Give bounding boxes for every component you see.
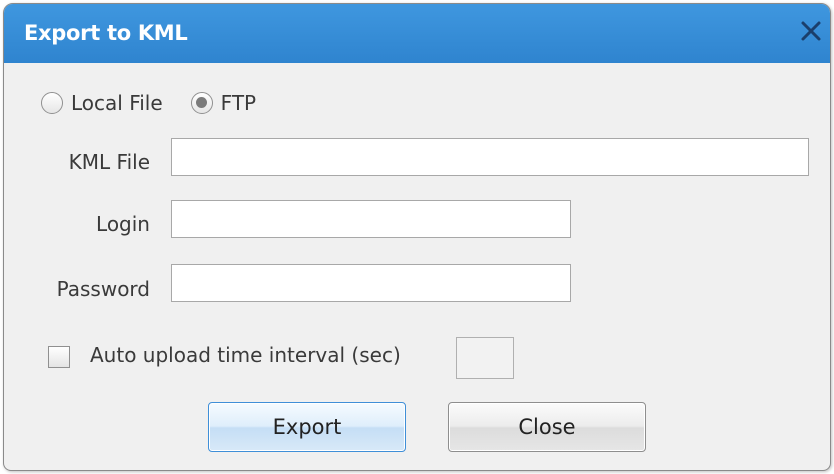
password-label: Password <box>56 277 150 301</box>
export-button-label: Export <box>272 415 342 439</box>
login-input[interactable] <box>171 200 571 238</box>
auto-upload-interval-input[interactable] <box>456 337 514 379</box>
radio-unchecked-icon[interactable] <box>41 92 63 114</box>
title-bar[interactable]: Export to KML <box>4 4 830 63</box>
export-button[interactable]: Export <box>208 402 406 452</box>
close-icon[interactable] <box>798 18 824 44</box>
close-button-label: Close <box>518 415 576 439</box>
auto-upload-checkbox[interactable] <box>48 346 70 368</box>
ftp-radio[interactable]: FTP <box>190 91 257 115</box>
export-to-kml-dialog: Export to KML Local File FTP KML File Lo… <box>3 3 831 471</box>
close-button[interactable]: Close <box>448 402 646 452</box>
login-label: Login <box>96 212 150 236</box>
dialog-title: Export to KML <box>24 21 188 45</box>
kml-file-input[interactable] <box>171 138 809 176</box>
password-input[interactable] <box>171 264 571 302</box>
local-file-radio[interactable]: Local File <box>41 91 163 115</box>
local-file-label: Local File <box>71 91 163 115</box>
auto-upload-label: Auto upload time interval (sec) <box>90 343 401 367</box>
radio-checked-icon[interactable] <box>190 92 213 114</box>
export-target-radio-group: Local File FTP <box>41 88 284 118</box>
kml-file-label: KML File <box>68 150 150 174</box>
ftp-label: FTP <box>220 91 257 115</box>
